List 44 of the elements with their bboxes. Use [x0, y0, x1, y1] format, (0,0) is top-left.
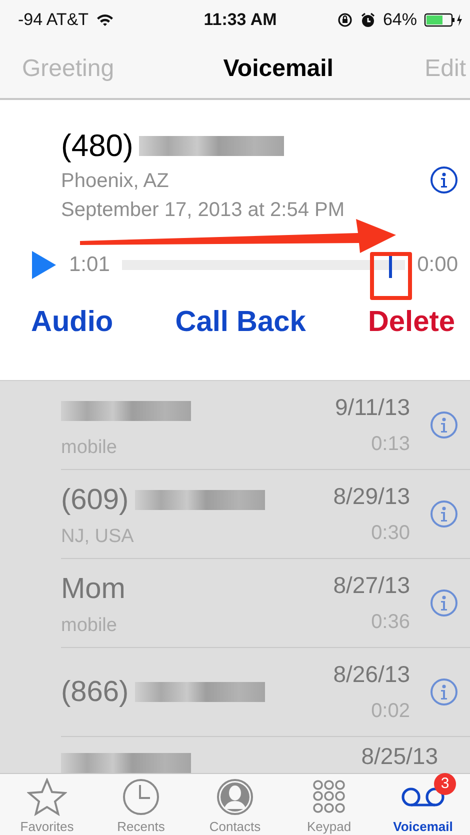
screen-title: Voicemail	[223, 55, 334, 83]
wifi-icon	[96, 13, 114, 27]
star-icon	[27, 778, 67, 816]
tab-label: Voicemail	[393, 819, 453, 834]
caller-number: (480)	[61, 128, 134, 164]
action-button[interactable]: Delete	[368, 306, 455, 339]
message-row[interactable]: 8/25/13	[61, 737, 470, 773]
rotation-lock-icon	[336, 12, 353, 28]
keypad-icon	[311, 779, 347, 815]
clock-icon	[121, 777, 161, 817]
tab-item[interactable]: Recents	[96, 777, 186, 834]
tab-item[interactable]: Keypad	[284, 777, 374, 834]
edit-button[interactable]: Edit	[424, 55, 466, 83]
action-button[interactable]: Call Back	[175, 306, 306, 339]
battery-charging-icon	[424, 12, 464, 28]
carrier-text: -94 AT&T	[18, 10, 89, 30]
unread-badge: 3	[434, 773, 456, 795]
play-icon	[31, 250, 57, 280]
tab-label: Favorites	[20, 819, 74, 834]
message-date: 8/25/13	[361, 743, 438, 770]
message-date: 8/26/13	[333, 661, 410, 688]
action-button[interactable]: Audio	[31, 306, 114, 339]
tab-label: Recents	[117, 819, 165, 834]
caller-location: Phoenix, AZ	[61, 170, 170, 193]
alarm-clock-icon	[360, 12, 376, 28]
caller-name: (866)	[61, 676, 129, 708]
caller-name: (609)	[61, 484, 129, 516]
tab-item[interactable]: Favorites	[2, 777, 92, 834]
time-text: 11:33 AM	[204, 10, 277, 30]
caller-name: Mom	[61, 572, 126, 606]
message-date: 8/29/13	[333, 483, 410, 510]
greeting-button[interactable]: Greeting	[22, 55, 114, 83]
message-date: September 17, 2013 at 2:54 PM	[61, 199, 345, 222]
remaining-time: 0:00	[417, 253, 458, 277]
elapsed-time: 1:01	[69, 253, 110, 277]
tab-label: Keypad	[306, 819, 352, 834]
battery-percent: 64%	[382, 10, 417, 30]
tab-label: Contacts	[209, 819, 261, 834]
tab-item[interactable]: Contacts	[190, 777, 280, 834]
message-date: 8/27/13	[333, 572, 410, 599]
message-date: 9/11/13	[334, 394, 410, 421]
person-icon	[215, 777, 255, 817]
info-button[interactable]	[430, 166, 458, 194]
annotation-highlight-box	[370, 252, 412, 300]
